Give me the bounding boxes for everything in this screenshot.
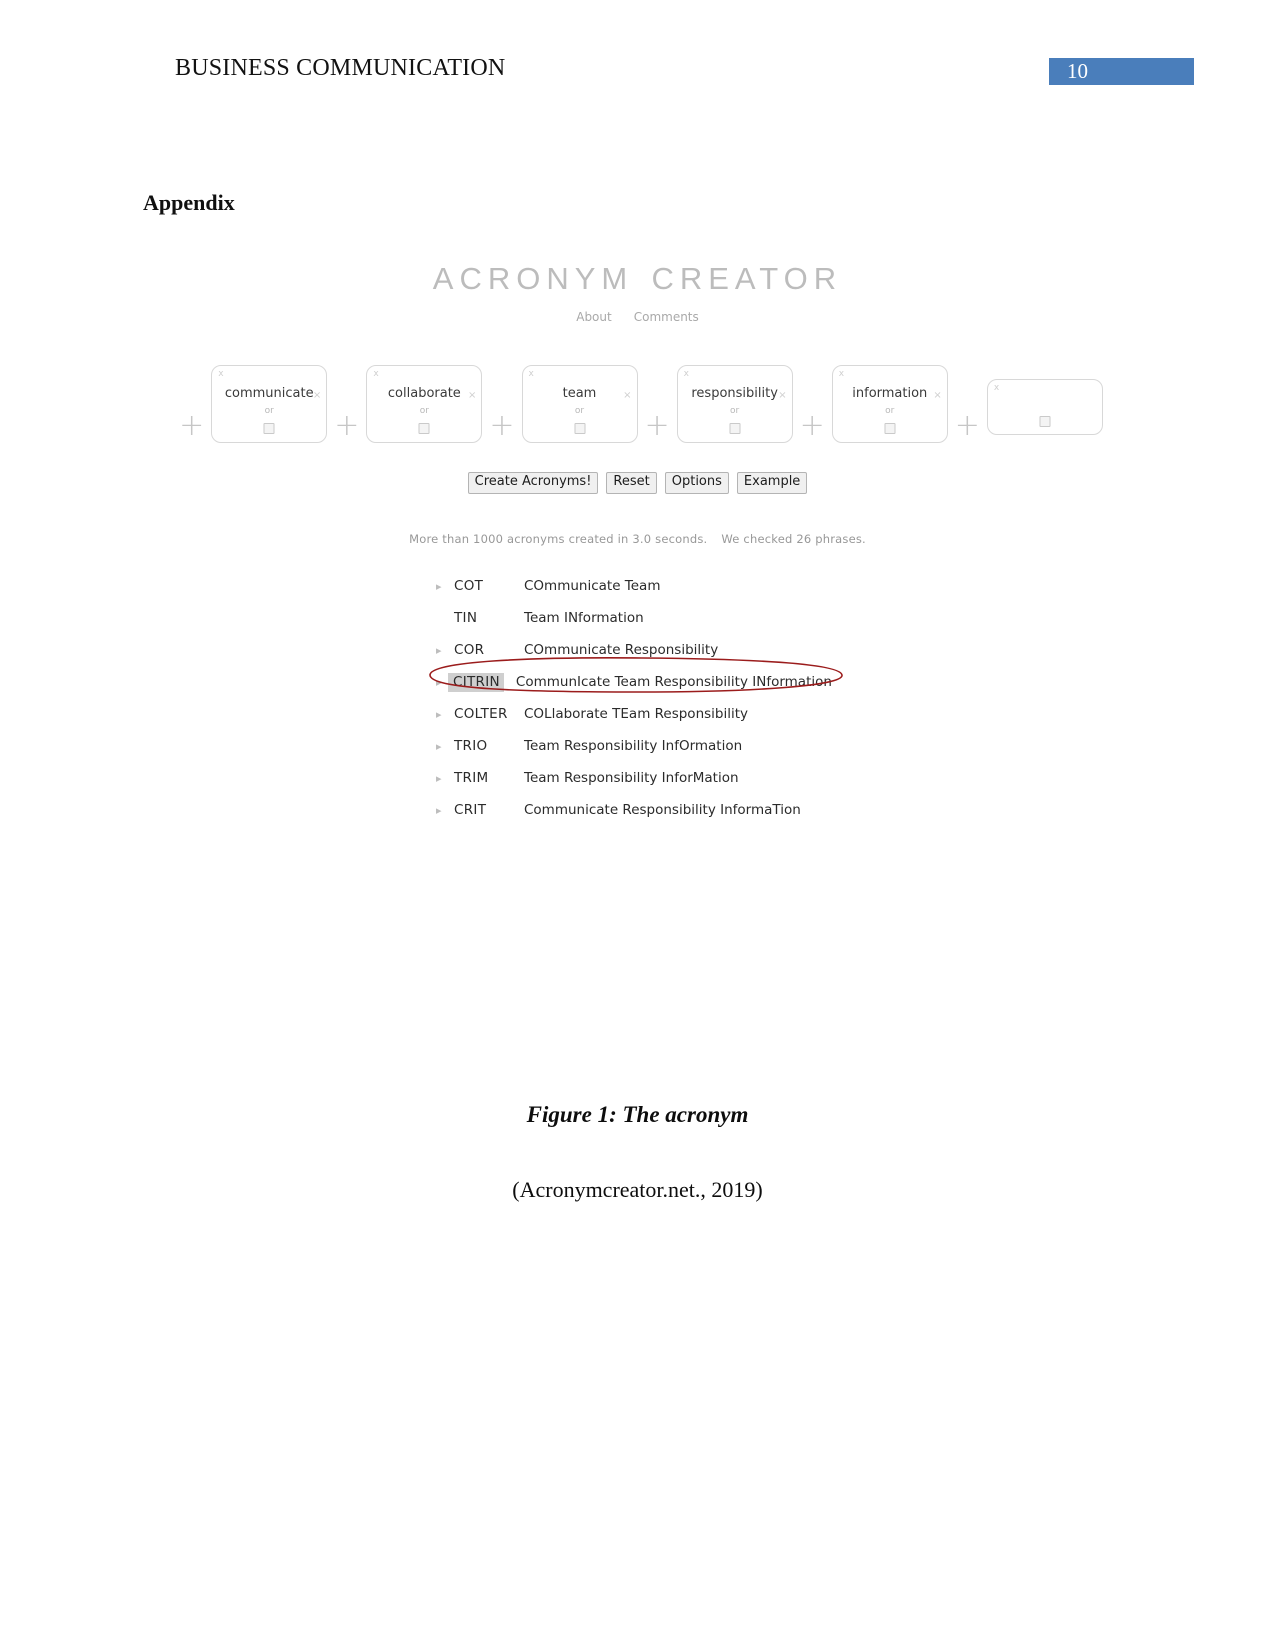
expand-arrow-icon[interactable]: ▸ — [430, 676, 448, 689]
result-acronym: TRIO — [454, 738, 488, 754]
result-acronym: COLTER — [454, 706, 508, 722]
create-acronyms-button[interactable]: Create Acronyms! — [467, 472, 599, 494]
result-acronym: TRIM — [454, 770, 489, 786]
word-box-value[interactable]: responsibility — [678, 386, 792, 401]
result-acronym-selected: CITRIN — [448, 672, 504, 692]
appendix-heading: Appendix — [143, 190, 235, 215]
word-box-checkbox[interactable] — [884, 423, 896, 434]
clear-icon[interactable]: × — [468, 390, 476, 401]
word-box-checkbox[interactable] — [263, 423, 275, 434]
clear-icon[interactable]: × — [778, 390, 786, 401]
word-box-checkbox[interactable] — [418, 423, 430, 434]
close-icon[interactable]: x — [684, 369, 689, 379]
word-box-responsibility[interactable]: x responsibility × or — [676, 365, 793, 443]
word-box-row: + x communicate × or + x collaborate × o… — [0, 365, 1275, 443]
word-box-collaborate[interactable]: x collaborate × or — [366, 365, 483, 443]
result-acronym: TIN — [454, 610, 478, 626]
result-phrase: COmmunicate Team — [524, 578, 661, 594]
expand-arrow-icon[interactable]: ▸ — [430, 772, 448, 785]
word-box-team[interactable]: x team × or — [521, 365, 638, 443]
expand-arrow-icon[interactable]: ▸ — [430, 644, 448, 657]
app-nav: About Comments — [0, 310, 1275, 324]
plus-icon[interactable]: + — [955, 411, 980, 441]
close-icon[interactable]: x — [529, 369, 534, 379]
result-row-cot[interactable]: ▸ COT COmmunicate Team — [430, 570, 900, 602]
result-row-cor[interactable]: ▸ COR COmmunicate Responsibility — [430, 634, 900, 666]
result-phrase: Communicate Responsibility InformaTion — [524, 802, 801, 818]
clear-icon[interactable]: × — [313, 390, 321, 401]
word-box-value[interactable]: communicate — [212, 386, 326, 401]
expand-arrow-icon[interactable]: ▸ — [430, 740, 448, 753]
word-box-value[interactable]: team — [523, 386, 637, 401]
app-title: Acronym Creator — [432, 250, 843, 299]
status-phrase-count: We checked 26 phrases. — [721, 532, 866, 546]
clear-icon[interactable]: × — [933, 390, 941, 401]
clear-icon[interactable]: × — [623, 390, 631, 401]
word-box-value[interactable]: information — [833, 386, 947, 401]
word-box-information[interactable]: x information × or — [831, 365, 948, 443]
result-phrase: Team INformation — [524, 610, 644, 626]
word-box-checkbox[interactable] — [1039, 416, 1051, 427]
result-phrase: Team Responsibility InforMation — [524, 770, 739, 786]
word-box-or-label: or — [574, 406, 585, 416]
close-icon[interactable]: x — [373, 369, 378, 379]
options-button[interactable]: Options — [664, 472, 729, 494]
word-box-or-label: or — [885, 406, 895, 416]
word-box-checkbox[interactable] — [574, 423, 585, 434]
word-box-communicate[interactable]: x communicate × or — [211, 365, 328, 443]
example-button[interactable]: Example — [736, 472, 808, 494]
expand-arrow-icon[interactable]: ▸ — [430, 708, 448, 721]
result-row-trim[interactable]: ▸ TRIM Team Responsibility InforMation — [430, 762, 900, 794]
plus-icon[interactable]: + — [489, 411, 514, 441]
figure-citation: (Acronymcreator.net., 2019) — [512, 1177, 763, 1202]
status-line: More than 1000 acronyms created in 3.0 s… — [0, 532, 1275, 546]
result-row-crit[interactable]: ▸ CRIT Communicate Responsibility Inform… — [430, 794, 900, 826]
result-row-colter[interactable]: ▸ COLTER COLlaborate TEam Responsibility — [430, 698, 900, 730]
word-box-empty[interactable]: x — [986, 379, 1103, 435]
result-acronym: COT — [454, 578, 484, 594]
document-header-title: BUSINESS COMMUNICATION — [175, 55, 506, 81]
plus-icon[interactable]: + — [645, 411, 670, 441]
word-box-value[interactable]: collaborate — [367, 386, 481, 401]
figure-acronym-creator: Acronym Creator About Comments + x commu… — [0, 232, 1275, 1202]
results-list: ▸ COT COmmunicate Team ▸ TIN Team INform… — [430, 570, 900, 826]
document-header: BUSINESS COMMUNICATION 10 — [0, 0, 1275, 120]
figure-caption: Figure 1: The acronym — [526, 1102, 749, 1127]
plus-icon[interactable]: + — [334, 411, 359, 441]
result-row-citrin[interactable]: ▸ CITRIN CommunIcate Team Responsibility… — [430, 666, 900, 698]
status-acronym-count: More than 1000 acronyms created in 3.0 s… — [409, 532, 708, 546]
word-box-or-label: or — [730, 406, 740, 416]
result-phrase: COLlaborate TEam Responsibility — [524, 706, 749, 722]
page-number-badge: 10 — [1049, 58, 1194, 85]
plus-icon[interactable]: + — [800, 411, 825, 441]
word-box-or-label: or — [264, 406, 274, 416]
nav-link-about[interactable]: About — [576, 310, 611, 324]
result-phrase: CommunIcate Team Responsibility INformat… — [515, 674, 832, 690]
plus-icon[interactable]: + — [179, 411, 204, 441]
result-row-trio[interactable]: ▸ TRIO Team Responsibility InfOrmation — [430, 730, 900, 762]
result-phrase: Team Responsibility InfOrmation — [524, 738, 743, 754]
result-phrase: COmmunicate Responsibility — [524, 642, 719, 658]
expand-arrow-icon[interactable]: ▸ — [430, 580, 448, 593]
nav-link-comments[interactable]: Comments — [634, 310, 699, 324]
result-acronym: CRIT — [454, 802, 487, 818]
action-button-row: Create Acronyms! Reset Options Example — [0, 472, 1275, 494]
word-box-or-label: or — [419, 406, 429, 416]
close-icon[interactable]: x — [839, 369, 844, 379]
close-icon[interactable]: x — [994, 383, 999, 393]
word-box-checkbox[interactable] — [729, 423, 741, 434]
reset-button[interactable]: Reset — [606, 472, 657, 494]
close-icon[interactable]: x — [218, 369, 223, 379]
result-row-tin[interactable]: ▸ TIN Team INformation — [430, 602, 900, 634]
expand-arrow-icon[interactable]: ▸ — [430, 804, 448, 817]
result-acronym: COR — [454, 642, 485, 658]
